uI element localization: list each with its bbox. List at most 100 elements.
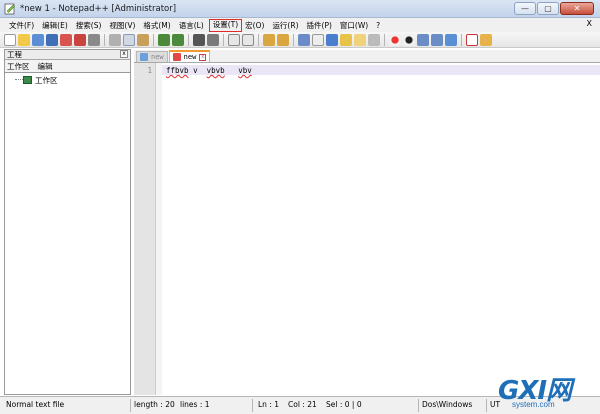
project-tree: 工作区 (5, 73, 130, 394)
tree-item-workspace[interactable]: 工作区 (35, 75, 58, 86)
status-ln: Ln : 1 (258, 400, 279, 409)
status-divider (418, 399, 419, 412)
toolbar-divider (188, 33, 189, 46)
fold-margin (156, 63, 162, 395)
unsaved-file-icon (172, 53, 181, 61)
menu-run[interactable]: 运行(R) (269, 20, 303, 31)
close-file-icon[interactable] (60, 33, 72, 46)
show-all-chars-icon[interactable] (312, 33, 324, 46)
status-length: length : 20 (134, 400, 175, 409)
title-bar: *new 1 - Notepad++ [Administrator] — ▢ ✕ (0, 0, 600, 18)
menu-settings[interactable]: 设置(T) (208, 18, 243, 32)
saved-file-icon (140, 53, 148, 61)
new-file-icon[interactable] (4, 33, 16, 46)
tab-close-icon[interactable]: x (199, 53, 207, 61)
save-all-icon[interactable] (46, 33, 58, 46)
status-lines: lines : 1 (180, 400, 210, 409)
indent-guide-icon[interactable] (326, 33, 338, 46)
tab-new-inactive[interactable]: new (136, 51, 168, 62)
cut-icon[interactable] (109, 33, 121, 46)
redo-icon[interactable] (172, 33, 184, 46)
document-tabs: new new x (134, 50, 600, 63)
sync-horizontal-icon[interactable] (277, 33, 289, 46)
zoom-in-icon[interactable] (228, 33, 240, 46)
close-window-button[interactable]: ✕ (560, 2, 594, 15)
status-col: Col : 21 (288, 400, 317, 409)
menu-help[interactable]: ? (373, 21, 385, 30)
replace-icon[interactable] (207, 33, 219, 46)
print-icon[interactable] (88, 33, 100, 46)
menu-plugins[interactable]: 插件(P) (304, 20, 337, 31)
undo-icon[interactable] (158, 33, 170, 46)
minimize-button[interactable]: — (514, 2, 536, 15)
sync-scroll-icon[interactable] (263, 33, 275, 46)
toolbar-divider (153, 33, 154, 46)
toolbar-divider (461, 33, 462, 46)
copy-icon[interactable] (123, 33, 135, 46)
menu-view[interactable]: 视图(V) (106, 20, 140, 31)
toolbar-divider (293, 33, 294, 46)
line-number-gutter: 1 (134, 63, 156, 395)
menu-language[interactable]: 语言(L) (176, 20, 209, 31)
menu-format[interactable]: 格式(M) (140, 20, 175, 31)
watermark-logo: GXI网 system.com (498, 370, 594, 412)
function-list-icon[interactable] (368, 33, 380, 46)
save-macro-icon[interactable] (445, 33, 457, 46)
workspace-icon (23, 76, 32, 84)
spell-check-icon[interactable] (466, 33, 478, 46)
status-file-type: Normal text file (6, 400, 65, 409)
code-token: v (193, 66, 198, 75)
close-all-icon[interactable] (74, 33, 86, 46)
status-divider (130, 399, 131, 412)
paste-icon[interactable] (137, 33, 149, 46)
open-file-icon[interactable] (18, 33, 30, 46)
toolbar-divider (104, 33, 105, 46)
toolbar-divider (384, 33, 385, 46)
code-token: vbvb (206, 66, 225, 75)
editor-area[interactable]: 1 ffbvb v vbvb vbv (134, 63, 600, 395)
tree-connector (15, 79, 23, 80)
save-icon[interactable] (32, 33, 44, 46)
panel-menu-edit[interactable]: 编辑 (38, 61, 53, 72)
window-title: *new 1 - Notepad++ [Administrator] (20, 3, 177, 14)
close-document-button[interactable]: X (587, 19, 592, 28)
menu-window[interactable]: 窗口(W) (337, 20, 373, 31)
find-icon[interactable] (193, 33, 205, 46)
tab-label: new (151, 53, 164, 61)
stop-macro-icon[interactable] (403, 33, 415, 46)
status-eol: Dos\Windows (422, 400, 473, 409)
code-line[interactable]: ffbvb v vbvb vbv (166, 66, 252, 75)
panel-menu-workspace[interactable]: 工作区 (7, 61, 30, 72)
menu-edit[interactable]: 编辑(E) (39, 20, 73, 31)
record-macro-icon[interactable] (389, 33, 401, 46)
toolbar (0, 32, 600, 48)
tab-new-active[interactable]: new x (168, 50, 211, 62)
status-sel: Sel : 0 | 0 (326, 400, 362, 409)
panel-close-button[interactable]: x (120, 50, 128, 58)
plugin-icon[interactable] (480, 33, 492, 46)
panel-header: 工程 x (5, 50, 130, 60)
user-lang-icon[interactable] (340, 33, 352, 46)
menu-bar: 文件(F) 编辑(E) 搜索(S) 视图(V) 格式(M) 语言(L) 设置(T… (0, 18, 600, 32)
zoom-out-icon[interactable] (242, 33, 254, 46)
code-token: ffbvb (166, 66, 189, 75)
play-macro-icon[interactable] (417, 33, 429, 46)
line-number: 1 (147, 66, 152, 75)
menu-macro[interactable]: 宏(O) (242, 20, 269, 31)
code-token: vbv (238, 66, 252, 75)
maximize-button[interactable]: ▢ (537, 2, 559, 15)
status-divider (486, 399, 487, 412)
panel-menu: 工作区 编辑 (5, 60, 130, 73)
status-divider (252, 399, 253, 412)
project-panel: 工程 x 工作区 编辑 工作区 (4, 49, 131, 395)
doc-map-icon[interactable] (354, 33, 366, 46)
menu-search[interactable]: 搜索(S) (73, 20, 107, 31)
toolbar-divider (258, 33, 259, 46)
menu-file[interactable]: 文件(F) (6, 20, 39, 31)
panel-title: 工程 (7, 50, 22, 59)
play-multiple-icon[interactable] (431, 33, 443, 46)
tab-label: new (183, 53, 197, 61)
notepad-plus-plus-icon (4, 3, 15, 14)
word-wrap-icon[interactable] (298, 33, 310, 46)
watermark-site: system.com (512, 400, 555, 409)
